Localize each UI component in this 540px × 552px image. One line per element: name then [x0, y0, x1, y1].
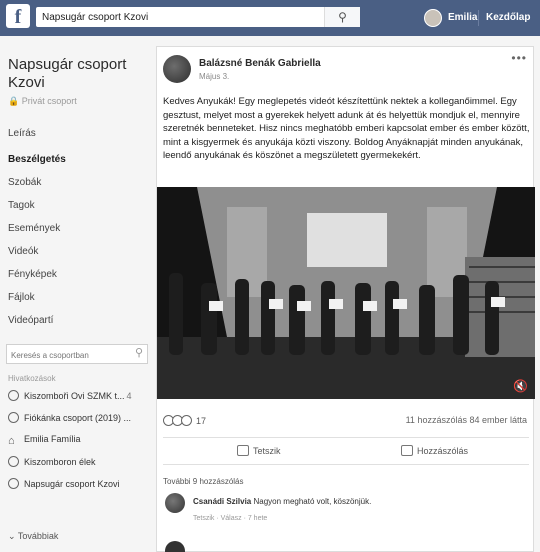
like-label: Tetszik	[253, 446, 281, 456]
post-card: Balázsné Benák Gabriella Május 3. ••• Ke…	[156, 46, 535, 552]
thumbs-up-icon	[237, 445, 249, 456]
shortcut-item[interactable]: ⌂ Emilia Família	[8, 434, 148, 450]
nav-item-description[interactable]: Leírás	[8, 128, 36, 139]
post-date[interactable]: Május 3.	[199, 72, 229, 81]
group-icon	[8, 456, 19, 467]
nav-item-events[interactable]: Események	[8, 223, 60, 234]
home-icon: ⌂	[8, 435, 15, 447]
group-search: ⚲	[6, 344, 148, 365]
comments-views-count[interactable]: 11 hozzászólás 84 ember látta	[406, 415, 527, 425]
nav-item-watch-party[interactable]: Videópartí	[8, 315, 53, 326]
comment-button[interactable]: Hozzászólás	[401, 445, 468, 456]
shortcut-item[interactable]: Kiszomboron élek	[8, 456, 148, 472]
group-search-input[interactable]	[7, 346, 123, 365]
commenter-avatar[interactable]	[165, 493, 185, 513]
more-options-icon[interactable]: •••	[511, 51, 527, 65]
shortcut-label: Kiszomboron élek	[24, 457, 96, 467]
group-privacy-label: 🔒 Privát csoport	[8, 96, 77, 106]
global-search: ⚲	[36, 7, 360, 28]
shortcut-item[interactable]: Kiszomboři Ovi SZMK t... 4	[8, 390, 148, 406]
search-icon[interactable]: ⚲	[135, 346, 143, 359]
commenter-avatar[interactable]	[165, 541, 185, 552]
group-icon	[8, 478, 19, 489]
volume-icon[interactable]: 🔇	[513, 379, 528, 393]
reactions-summary[interactable]: 17	[163, 415, 206, 428]
comment-text: Nagyon megható volt, köszönjük.	[253, 497, 372, 506]
shortcut-label: Napsugár csoport Kzovi	[24, 479, 120, 489]
top-divider	[478, 10, 479, 26]
comment-author[interactable]: Csanádi Szilvia	[193, 497, 251, 506]
nav-item-discussion[interactable]: Beszélgetés	[8, 154, 66, 165]
search-icon[interactable]: ⚲	[324, 7, 360, 27]
group-privacy-text: Privát csoport	[21, 96, 77, 106]
more-shortcuts-link[interactable]: ⌄ Továbbiak	[8, 531, 58, 542]
video-frame	[157, 187, 535, 399]
group-sidebar: Napsugár csoport Kzovi 🔒 Privát csoport …	[0, 36, 152, 552]
comment-icon	[401, 445, 413, 456]
comment-label: Hozzászólás	[417, 446, 469, 456]
shortcut-item[interactable]: Fiókánka csoport (2019) ...	[8, 412, 148, 428]
global-search-input[interactable]	[36, 7, 326, 28]
home-link[interactable]: Kezdőlap	[486, 12, 530, 23]
post-text: Kedves Anyukák! Egy meglepetés videót ké…	[163, 96, 530, 162]
nav-item-members[interactable]: Tagok	[8, 200, 35, 211]
reaction-count: 17	[196, 415, 207, 426]
post-author[interactable]: Balázsné Benák Gabriella	[199, 58, 321, 69]
like-button[interactable]: Tetszik	[237, 445, 281, 456]
group-icon	[8, 390, 19, 401]
more-shortcuts-label: Továbbiak	[17, 531, 59, 541]
shortcut-label: Kiszomboři Ovi SZMK t...	[24, 391, 125, 401]
group-icon	[8, 412, 19, 423]
nav-item-videos[interactable]: Videók	[8, 246, 38, 257]
top-navigation-bar: f ⚲ Emilia Kezdőlap	[0, 0, 540, 36]
shortcuts-heading: Hivatkozások	[8, 374, 56, 383]
user-avatar[interactable]	[424, 9, 442, 27]
shortcut-label: Fiókánka csoport (2019) ...	[24, 413, 132, 423]
group-title[interactable]: Napsugár csoport Kzovi	[8, 56, 148, 92]
reaction-icons	[163, 415, 192, 428]
shortcut-label: Emilia Família	[24, 434, 81, 444]
comment-actions[interactable]: Tetszik · Válasz · 7 hete	[193, 515, 267, 522]
nav-item-rooms[interactable]: Szobák	[8, 177, 41, 188]
post-action-bar: Tetszik Hozzászólás	[163, 437, 529, 465]
author-avatar[interactable]	[163, 55, 191, 83]
shortcut-badge: 4	[126, 391, 132, 401]
post-video[interactable]: 🔇	[157, 187, 535, 399]
view-more-comments-link[interactable]: További 9 hozzászólás	[163, 477, 244, 486]
nav-item-files[interactable]: Fájlok	[8, 292, 35, 303]
user-name-link[interactable]: Emilia	[448, 12, 477, 23]
facebook-logo-icon[interactable]: f	[6, 4, 30, 28]
comment: Csanádi Szilvia Nagyon megható volt, kös…	[193, 497, 371, 506]
nav-item-photos[interactable]: Fényképek	[8, 269, 57, 280]
shortcut-item[interactable]: Napsugár csoport Kzovi	[8, 478, 148, 494]
